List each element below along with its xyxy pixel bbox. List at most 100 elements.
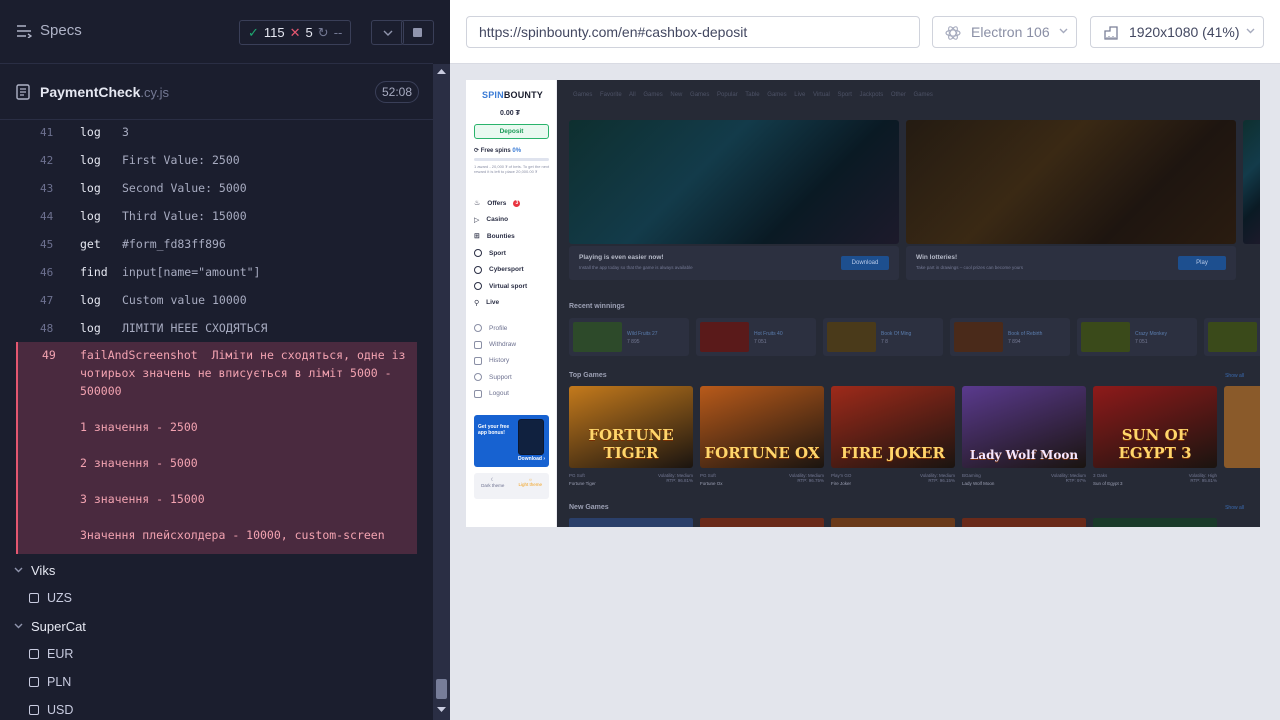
banner-download-button[interactable]: Download <box>841 256 889 270</box>
menu-support[interactable]: Support <box>474 369 516 385</box>
command-row[interactable]: 44 log Third Value: 15000 <box>16 202 417 230</box>
menu-cybersport[interactable]: Cybersport <box>474 261 527 278</box>
phone-image <box>518 419 544 455</box>
preview-toolbar: https://spinbounty.com/en#cashbox-deposi… <box>450 0 1280 64</box>
game-card-lady-wolf-moon[interactable]: Lady Wolf Moon <box>962 386 1086 468</box>
failed-icon: ✕ <box>289 24 301 40</box>
win-card[interactable]: Book of Rebirth 7 894 <box>950 318 1070 356</box>
spec-file-ext: .cy.js <box>140 85 170 100</box>
command-row[interactable]: 45 get #form_fd83ff896 <box>16 230 417 258</box>
light-theme-option[interactable]: ☼ Light theme <box>512 473 550 499</box>
menu-casino[interactable]: ▷ Casino <box>474 212 527 229</box>
command-row[interactable]: 43 log Second Value: 5000 <box>16 174 417 202</box>
menu-sport[interactable]: Sport <box>474 245 527 262</box>
history-icon <box>474 356 482 365</box>
command-row[interactable]: 46 find input[name="amount"] <box>16 258 417 286</box>
gamepad-icon <box>474 265 482 274</box>
menu-bounties[interactable]: ⊞ Bounties <box>474 228 527 245</box>
banner-lottery[interactable] <box>906 120 1236 244</box>
stop-button[interactable] <box>401 20 434 45</box>
main-menu: ♨ Offers 3 ▷ Casino ⊞ Bounties Sport Cybersp… <box>474 195 527 311</box>
banner-app[interactable] <box>569 120 899 244</box>
game-card-fortune-ox[interactable]: FORTUNE OX <box>700 386 824 468</box>
menu-virtual-sport[interactable]: Virtual sport <box>474 278 527 295</box>
command-row[interactable]: 48 log ЛІМІТИ НЕЕЕ СХОДЯТЬСЯ <box>16 314 417 342</box>
scroll-up-icon <box>437 69 446 74</box>
new-game-card[interactable] <box>962 518 1086 527</box>
promo-download-button[interactable]: Download › <box>518 456 545 462</box>
error-value-1: 1 значення - 2500 <box>80 420 198 434</box>
stop-icon <box>413 28 422 37</box>
win-thumb <box>1208 322 1257 352</box>
reporter-panel: Specs ✓ 115 ✕ 5 ↻ -- PaymentCheck.cy.js … <box>0 0 434 720</box>
banner-play-button[interactable]: Play <box>1178 256 1226 270</box>
reporter-scrollbar[interactable] <box>433 64 450 720</box>
app-iframe: SPINBOUNTY 0.00 ₮ Deposit ⟳ Free spins 0… <box>466 80 1260 527</box>
specs-toggle[interactable]: Specs <box>16 22 82 39</box>
game-card-partial[interactable] <box>1224 386 1260 468</box>
menu-history[interactable]: History <box>474 353 516 369</box>
free-spins-progress <box>474 158 549 161</box>
scroll-down-icon <box>437 707 446 712</box>
test-pln[interactable]: PLN <box>0 668 433 696</box>
game-logo-text: FORTUNE TIGER <box>588 426 674 462</box>
command-row[interactable]: 42 log First Value: 2500 <box>16 146 417 174</box>
top-games-show-all[interactable]: Show all <box>1225 373 1244 379</box>
command-row[interactable]: 47 log Custom value 10000 <box>16 286 417 314</box>
expand-button[interactable] <box>371 20 404 45</box>
win-card[interactable]: Hot Fruits 40 7 051 <box>696 318 816 356</box>
live-icon: ⚲ <box>474 299 480 307</box>
app-promo-banner[interactable]: Get your free app bonus! Download › <box>474 415 549 467</box>
site-logo[interactable]: SPINBOUNTY <box>482 90 543 100</box>
run-stats: ✓ 115 ✕ 5 ↻ -- <box>239 20 352 45</box>
error-command[interactable]: 49 failAndScreenshot Ліміти не сходяться… <box>16 342 417 554</box>
new-game-card[interactable] <box>1093 518 1217 527</box>
game-card-sun-of-egypt[interactable]: SUN OF EGYPT 3 <box>1093 386 1217 468</box>
failed-count: 5 <box>305 25 313 40</box>
menu-live[interactable]: ⚲ Live <box>474 295 527 312</box>
game-logo-text: Lady Wolf Moon <box>969 448 1079 462</box>
command-row[interactable]: 41 log 3 <box>16 118 417 146</box>
new-games-show-all[interactable]: Show all <box>1225 505 1244 511</box>
test-usd[interactable]: USD <box>0 696 433 720</box>
theme-switch[interactable]: ☾ Dark theme ☼ Light theme <box>474 473 549 499</box>
viewport-selector[interactable]: 1920x1080 (41%) <box>1090 16 1264 48</box>
win-card[interactable] <box>1204 318 1260 356</box>
win-card[interactable]: Crazy Monkey 7 051 <box>1077 318 1197 356</box>
deposit-button[interactable]: Deposit <box>474 124 549 139</box>
game-nav[interactable]: Games Favorite All Games New Games Popul… <box>573 92 933 98</box>
new-games-title: New Games <box>569 504 609 511</box>
spec-file-name[interactable]: PaymentCheck.cy.js <box>40 84 169 100</box>
browser-selector[interactable]: Electron 106 <box>932 16 1077 48</box>
dark-theme-option[interactable]: ☾ Dark theme <box>474 473 512 499</box>
pending-count: -- <box>333 25 343 40</box>
game-card-fortune-tiger[interactable]: FORTUNE TIGER <box>569 386 693 468</box>
banner-next[interactable] <box>1243 120 1260 244</box>
specs-menu-icon <box>17 24 32 38</box>
free-spins[interactable]: ⟳ Free spins 0% <box>474 147 521 154</box>
menu-withdraw[interactable]: Withdraw <box>474 336 516 352</box>
menu-logout[interactable]: Logout <box>474 386 516 402</box>
viewport-size: 1920x1080 (41%) <box>1129 24 1240 40</box>
casino-main-overlay: Games Favorite All Games New Games Popul… <box>557 80 1260 527</box>
menu-offers[interactable]: ♨ Offers 3 <box>474 195 527 212</box>
suite-viks[interactable]: Viks <box>0 556 433 584</box>
new-game-card[interactable] <box>569 518 693 527</box>
new-game-card[interactable] <box>700 518 824 527</box>
passed-icon: ✓ <box>248 24 259 40</box>
menu-profile[interactable]: Profile <box>474 320 516 336</box>
url-bar[interactable]: https://spinbounty.com/en#cashbox-deposi… <box>466 16 920 48</box>
test-eur[interactable]: EUR <box>0 640 433 668</box>
win-card[interactable]: Wild Fruits 27 7 895 <box>569 318 689 356</box>
offers-badge: 3 <box>513 199 521 207</box>
scrollbar-thumb[interactable] <box>436 679 447 699</box>
error-value-3: 3 значення - 15000 <box>80 492 205 506</box>
checkbox-icon <box>29 677 39 687</box>
suite-supercat[interactable]: SuperCat <box>0 612 433 640</box>
game-card-fire-joker[interactable]: FIRE JOKER <box>831 386 955 468</box>
browser-name: Electron 106 <box>971 24 1050 40</box>
new-game-card[interactable] <box>831 518 955 527</box>
win-card[interactable]: Book Of Ming 7 8 <box>823 318 943 356</box>
game-meta: PG Soft Fortune Ox Volatility: Medium RTP: … <box>700 473 824 486</box>
test-uzs[interactable]: UZS <box>0 584 433 612</box>
